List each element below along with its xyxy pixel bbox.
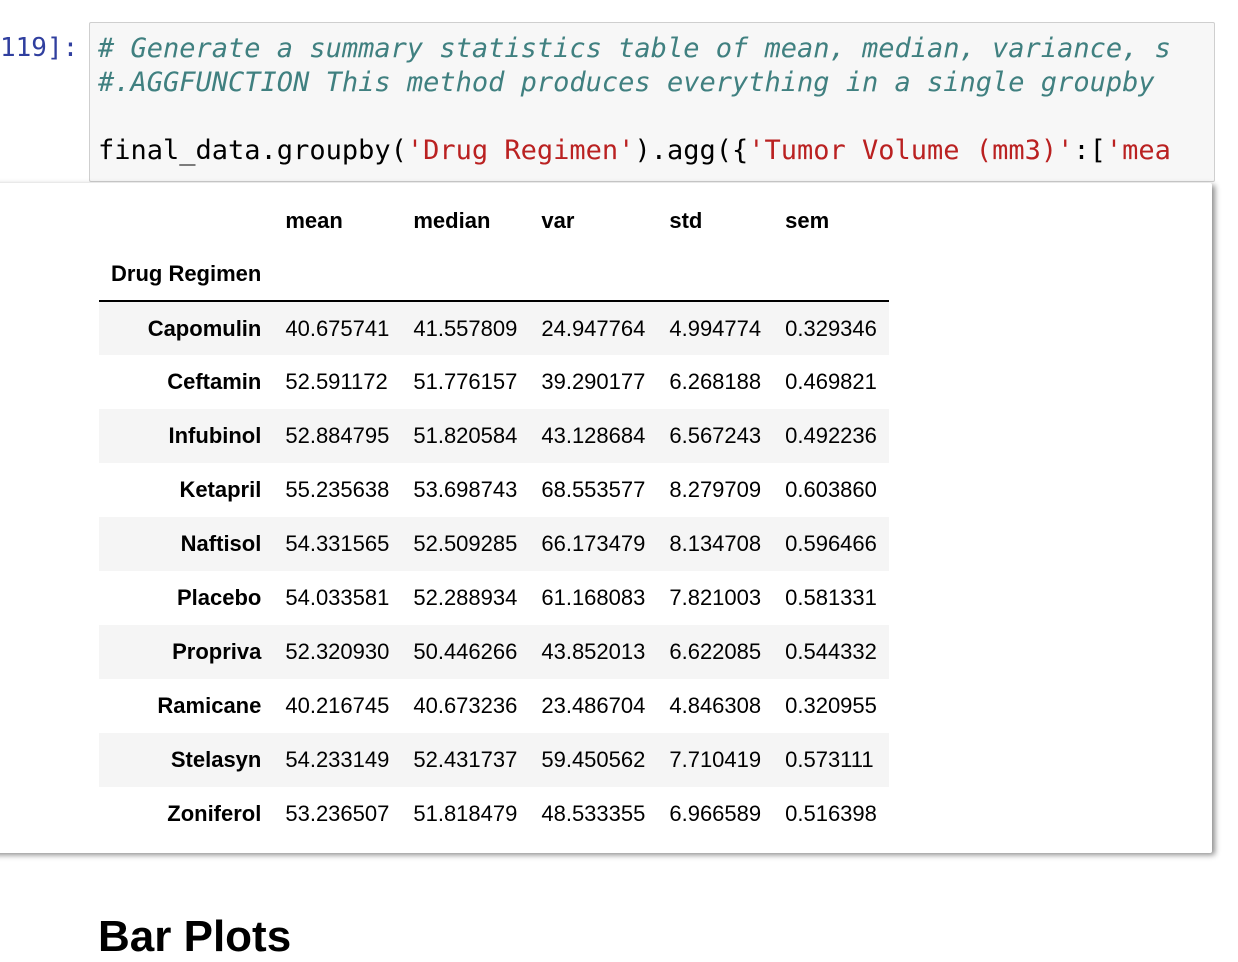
table-cell-mean: 52.320930 — [285, 639, 390, 664]
table-cell-sem: 0.581331 — [785, 585, 877, 610]
section-heading-bar-plots: Bar Plots — [98, 912, 292, 961]
table-cell-var: 39.290177 — [541, 369, 646, 394]
code-token: final_data.groupby( — [98, 135, 407, 166]
row-index-label: Naftisol — [180, 531, 262, 556]
table-cell-mean: 52.591172 — [285, 369, 388, 394]
row-index-label: Ketapril — [179, 477, 262, 502]
code-string-token: 'Drug Regimen' — [406, 135, 635, 166]
table-cell-median: 51.820584 — [413, 423, 518, 448]
column-header: sem — [785, 208, 830, 233]
table-cell-mean: 54.033581 — [285, 585, 390, 610]
table-cell-sem: 0.469821 — [785, 369, 877, 394]
table-row: Placebo 54.033581 52.288934 61.168083 7.8210… — [99, 571, 889, 625]
column-header: std — [669, 208, 703, 233]
table-cell-var: 43.128684 — [541, 423, 646, 448]
code-comment-line-2: #.AGGFUNCTION This method produces every… — [98, 67, 1155, 98]
summary-dataframe: mean median var std sem Drug Regimen Cap… — [99, 195, 889, 841]
table-cell-std: 7.710419 — [669, 747, 762, 772]
table-row: Infubinol 52.884795 51.820584 43.128684 6.56… — [99, 409, 889, 463]
table-cell-median: 53.698743 — [413, 477, 518, 502]
table-row: Ketapril 55.235638 53.698743 68.553577 8.279… — [99, 463, 889, 517]
table-row: Zoniferol 53.236507 51.818479 48.533355 6.96… — [99, 787, 889, 841]
table-cell-mean: 40.216745 — [285, 693, 390, 718]
table-cell-var: 66.173479 — [541, 531, 646, 556]
index-header-blank — [99, 195, 273, 247]
code-token: ).agg({ — [634, 135, 749, 166]
empty-header-cell — [657, 247, 773, 301]
table-cell-var: 68.553577 — [541, 477, 646, 502]
row-index-label: Infubinol — [168, 423, 262, 448]
table-cell-sem: 0.492236 — [785, 423, 877, 448]
table-cell-std: 6.268188 — [669, 369, 762, 394]
table-cell-median: 41.557809 — [413, 315, 518, 341]
table-cell-sem: 0.329346 — [785, 315, 877, 341]
row-index-label: Capomulin — [147, 315, 262, 341]
cell-output-area[interactable]: mean median var std sem Drug Regimen Cap… — [0, 183, 1212, 853]
table-cell-std: 4.846308 — [669, 693, 762, 718]
index-name-row: Drug Regimen — [99, 247, 889, 301]
table-cell-mean: 54.233149 — [285, 747, 390, 772]
table-cell-median: 52.431737 — [413, 747, 518, 772]
table-cell-median: 51.776157 — [413, 369, 518, 394]
table-cell-std: 6.966589 — [669, 801, 762, 826]
table-cell-mean: 55.235638 — [285, 477, 390, 502]
table-cell-var: 24.947764 — [541, 315, 646, 341]
table-row: Capomulin 40.675741 41.557809 24.947764 4.99… — [99, 301, 889, 355]
table-row: Stelasyn 54.233149 52.431737 59.450562 7.710… — [99, 733, 889, 787]
table-cell-median: 50.446266 — [413, 639, 518, 664]
table-cell-mean: 52.884795 — [285, 423, 390, 448]
index-name-header: Drug Regimen — [111, 260, 262, 286]
code-line-groupby: final_data.groupby('Drug Regimen').agg({… — [98, 135, 1171, 166]
code-comment-line-1: # Generate a summary statistics table of… — [98, 33, 1171, 64]
table-cell-sem: 0.516398 — [785, 801, 877, 826]
code-string-token: 'Tumor Volume (mm3)' — [748, 135, 1074, 166]
table-cell-var: 23.486704 — [541, 693, 646, 718]
table-cell-median: 52.288934 — [413, 585, 518, 610]
table-row: Naftisol 54.331565 52.509285 66.173479 8.134… — [99, 517, 889, 571]
empty-header-cell — [529, 247, 657, 301]
table-row: Propriva 52.320930 50.446266 43.852013 6.622… — [99, 625, 889, 679]
table-row: Ramicane 40.216745 40.673236 23.486704 4.846… — [99, 679, 889, 733]
table-cell-std: 7.821003 — [669, 585, 762, 610]
table-cell-var: 61.168083 — [541, 585, 646, 610]
row-index-label: Placebo — [176, 585, 262, 610]
table-cell-var: 59.450562 — [541, 747, 646, 772]
table-cell-mean: 40.675741 — [285, 315, 390, 341]
table-cell-median: 52.509285 — [413, 531, 518, 556]
column-header: median — [413, 208, 491, 233]
table-cell-median: 51.818479 — [413, 801, 518, 826]
table-cell-sem: 0.596466 — [785, 531, 877, 556]
code-cell-editor[interactable]: # Generate a summary statistics table of… — [89, 22, 1215, 182]
table-cell-sem: 0.573111 — [785, 747, 874, 772]
table-cell-std: 6.622085 — [669, 639, 762, 664]
table-cell-sem: 0.603860 — [785, 477, 877, 502]
column-header: var — [541, 208, 575, 233]
code-token: :[ — [1073, 135, 1106, 166]
empty-header-cell — [773, 247, 889, 301]
row-index-label: Propriva — [172, 639, 262, 664]
cell-prompt: 119]: — [0, 33, 79, 63]
row-index-label: Ramicane — [157, 693, 262, 718]
empty-header-cell — [401, 247, 529, 301]
row-index-label: Zoniferol — [167, 801, 262, 826]
empty-header-cell — [273, 247, 401, 301]
table-cell-mean: 54.331565 — [285, 531, 390, 556]
table-cell-median: 40.673236 — [413, 693, 518, 718]
table-cell-var: 48.533355 — [541, 801, 646, 826]
column-header-row: mean median var std sem — [99, 195, 889, 247]
table-cell-var: 43.852013 — [541, 639, 646, 664]
row-index-label: Ceftamin — [167, 369, 262, 394]
table-cell-std: 4.994774 — [669, 315, 762, 341]
table-cell-sem: 0.320955 — [785, 693, 877, 718]
table-cell-mean: 53.236507 — [285, 801, 390, 826]
table-row: Ceftamin 52.591172 51.776157 39.290177 6.268… — [99, 355, 889, 409]
row-index-label: Stelasyn — [170, 747, 262, 772]
table-cell-std: 8.134708 — [669, 531, 762, 556]
table-cell-std: 6.567243 — [669, 423, 762, 448]
code-string-token: 'mea — [1105, 135, 1171, 166]
column-header: mean — [285, 208, 343, 233]
table-cell-sem: 0.544332 — [785, 639, 877, 664]
table-cell-std: 8.279709 — [669, 477, 762, 502]
